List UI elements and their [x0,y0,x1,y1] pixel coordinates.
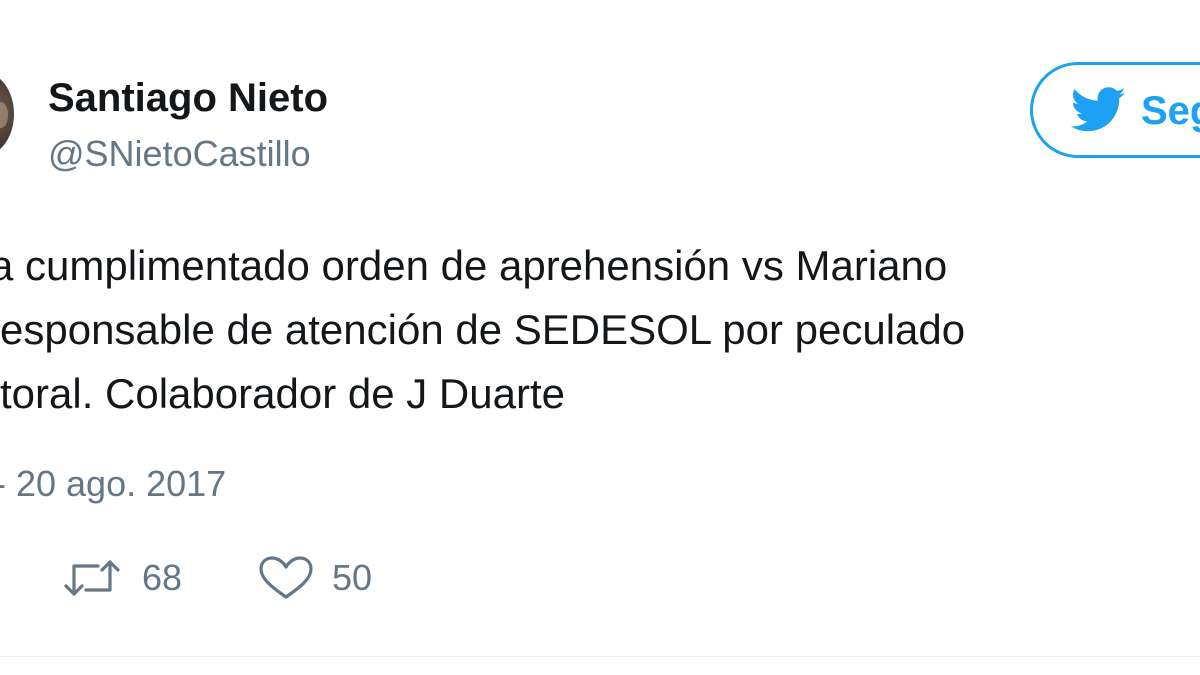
tweet-card: Santiago Nieto @SNietoCastillo Seg a cum… [0,0,1200,675]
tweet-text-line: a cumplimentado orden de aprehensión vs … [0,242,948,289]
tweet-text: a cumplimentado orden de aprehensión vs … [0,234,1200,426]
follow-button[interactable]: Seg [1030,62,1200,158]
tweet-timestamp[interactable]: - 20 ago. 2017 [0,462,226,506]
follow-button-label: Seg [1141,89,1200,133]
like-button[interactable]: 50 [256,552,396,604]
retweet-count: 68 [142,557,183,598]
tweet-text-line: toral. Colaborador de J Duarte [0,370,565,417]
tweet-text-line: esponsable de atención de SEDESOL por pe… [0,306,966,353]
retweet-button[interactable]: 68 [60,552,200,604]
heart-icon [259,556,313,599]
retweet-icon [64,560,120,596]
like-count: 50 [332,557,373,598]
avatar[interactable] [0,72,14,156]
divider [0,656,1200,657]
user-handle[interactable]: @SNietoCastillo [48,132,311,176]
twitter-bird-icon [1071,87,1126,132]
display-name[interactable]: Santiago Nieto [48,74,328,122]
